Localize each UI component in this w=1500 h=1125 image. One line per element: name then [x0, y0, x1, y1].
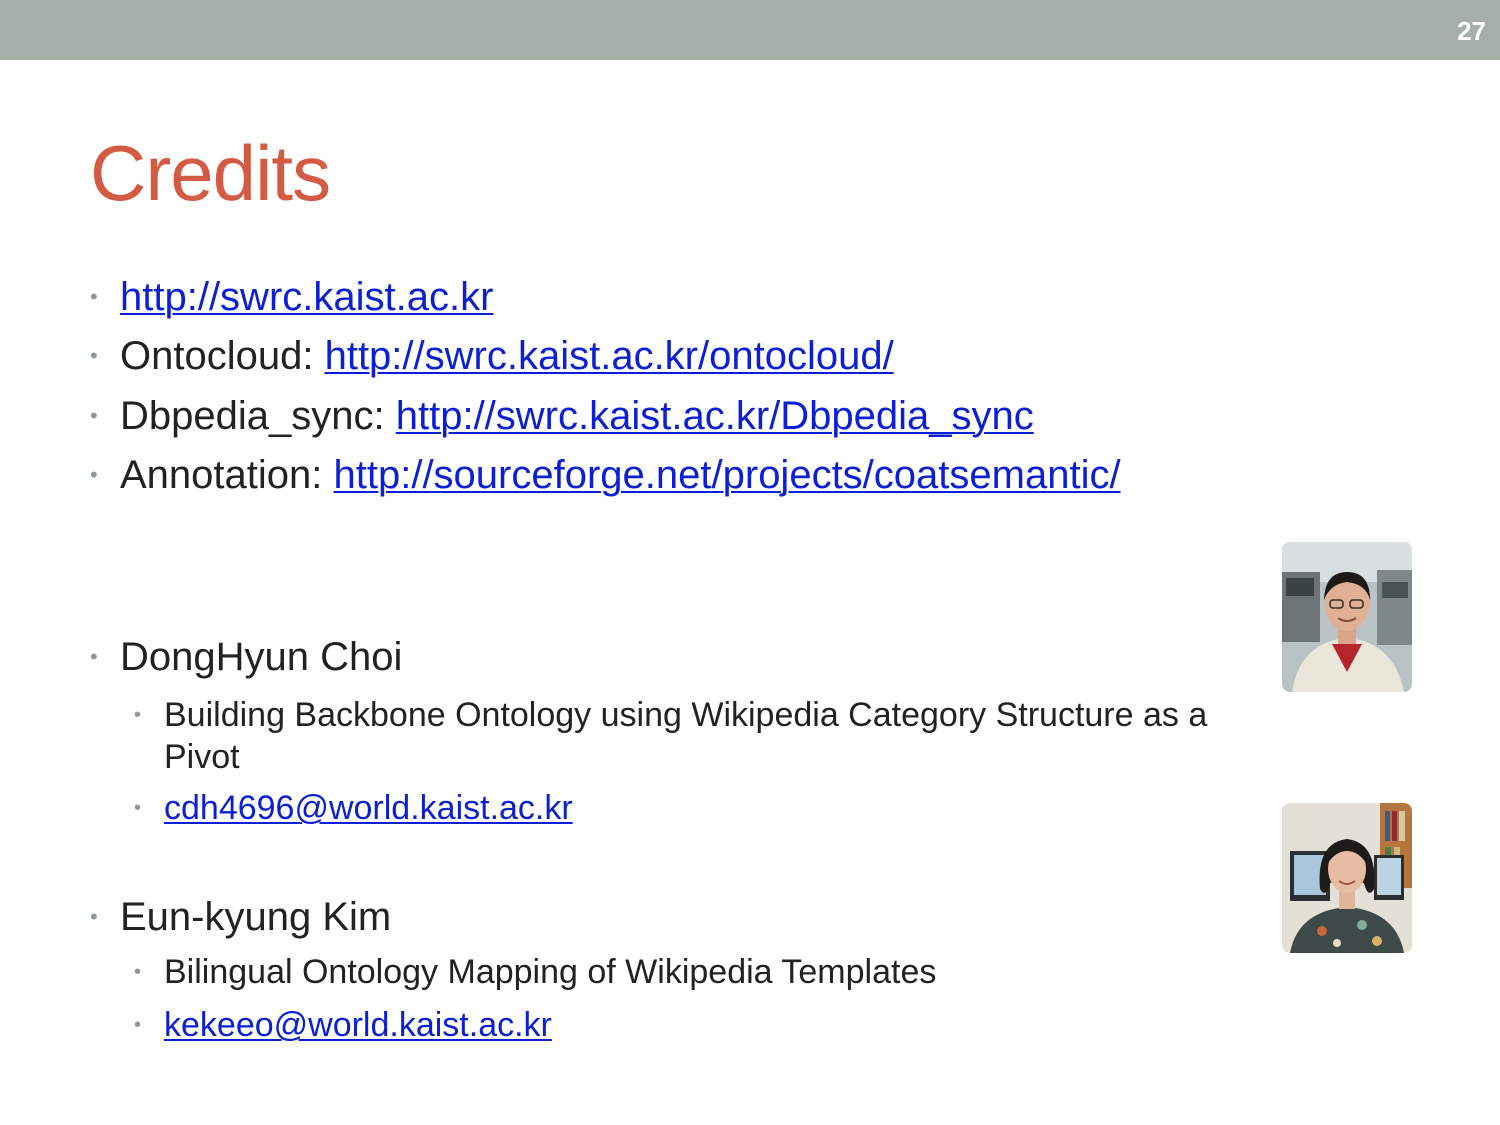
bullet-icon: • [134, 961, 142, 983]
bullet-icon: • [90, 462, 98, 487]
top-bar: 27 [0, 0, 1500, 60]
bullet-icon: • [90, 343, 98, 368]
email-link[interactable]: kekeeo@world.kaist.ac.kr [164, 1006, 552, 1044]
ontocloud-link[interactable]: http://swrc.kaist.ac.kr/ontocloud/ [325, 334, 894, 378]
annotation-link[interactable]: http://sourceforge.net/projects/coatsema… [334, 453, 1121, 497]
bullet-icon: • [90, 904, 98, 929]
bullet-icon: • [90, 403, 98, 428]
bullet-icon: • [134, 797, 142, 819]
bullet-icon: • [90, 644, 98, 669]
person-name: DongHyun Choi [120, 635, 403, 679]
link-label: Ontocloud: [120, 334, 325, 378]
portrait-photo-icon [1282, 542, 1412, 692]
bullet-icon: • [134, 704, 142, 726]
bullet-icon: • [90, 284, 98, 309]
link-label: Dbpedia_sync: [120, 394, 396, 438]
link-label: Annotation: [120, 453, 334, 497]
person-topic-line2: Pivot [164, 738, 240, 776]
dbpedia-sync-link[interactable]: http://swrc.kaist.ac.kr/Dbpedia_sync [396, 394, 1034, 438]
person-topic: Building Backbone Ontology using Wikiped… [164, 696, 1208, 734]
email-link[interactable]: cdh4696@world.kaist.ac.kr [164, 789, 573, 827]
slide: 27 Credits • http://swrc.kaist.ac.kr • O… [0, 0, 1500, 1125]
portrait-photo-icon [1282, 803, 1412, 953]
person-name: Eun-kyung Kim [120, 895, 392, 939]
slide-title: Credits [90, 129, 331, 217]
bullet-icon: • [134, 1014, 142, 1036]
swrc-link[interactable]: http://swrc.kaist.ac.kr [120, 275, 493, 319]
slide-number: 27 [1457, 16, 1486, 46]
person-topic: Bilingual Ontology Mapping of Wikipedia … [164, 953, 937, 991]
